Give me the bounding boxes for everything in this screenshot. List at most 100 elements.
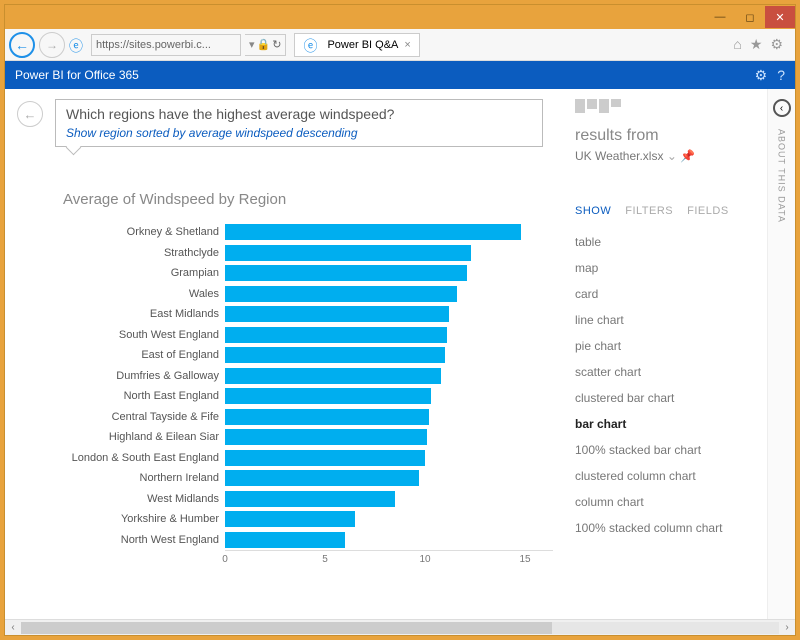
- chart-row: Grampian: [19, 263, 553, 284]
- query-box[interactable]: Which regions have the highest average w…: [55, 99, 543, 147]
- expand-rail-button[interactable]: ‹: [773, 99, 791, 117]
- axis-tick: 15: [519, 554, 530, 565]
- chart-title: Average of Windspeed by Region: [63, 191, 553, 208]
- bar[interactable]: [225, 532, 345, 548]
- page-back-button[interactable]: ←: [17, 101, 43, 127]
- bar[interactable]: [225, 327, 447, 343]
- chart-row: Yorkshire & Humber: [19, 509, 553, 530]
- address-bar[interactable]: https://sites.powerbi.c...: [91, 34, 241, 56]
- side-rail-label[interactable]: ABOUT THIS DATA: [777, 129, 787, 223]
- axis-tick: 5: [322, 554, 328, 565]
- viz-option[interactable]: column chart: [575, 489, 759, 515]
- chevron-down-icon[interactable]: ⌄: [667, 149, 677, 163]
- category-label: East of England: [19, 349, 225, 361]
- bar[interactable]: [225, 265, 467, 281]
- viz-option[interactable]: clustered bar chart: [575, 385, 759, 411]
- viz-option[interactable]: bar chart: [575, 411, 759, 437]
- category-label: Northern Ireland: [19, 472, 225, 484]
- scroll-thumb[interactable]: [21, 622, 552, 634]
- category-label: Strathclyde: [19, 247, 225, 259]
- home-icon[interactable]: ⌂: [733, 36, 741, 53]
- bar[interactable]: [225, 347, 445, 363]
- chart-row: Central Tayside & Fife: [19, 407, 553, 428]
- scroll-left-button[interactable]: ‹: [5, 622, 21, 633]
- chart-row: Highland & Eilean Siar: [19, 427, 553, 448]
- chart-row: East Midlands: [19, 304, 553, 325]
- browser-tab[interactable]: ⓔ Power BI Q&A ×: [294, 33, 419, 57]
- category-label: North West England: [19, 534, 225, 546]
- category-label: Highland & Eilean Siar: [19, 431, 225, 443]
- tab-fields[interactable]: FIELDS: [687, 205, 729, 217]
- minimize-button[interactable]: —: [705, 6, 735, 28]
- nav-back-button[interactable]: ←: [9, 32, 35, 58]
- category-label: Orkney & Shetland: [19, 226, 225, 238]
- chart-row: Wales: [19, 284, 553, 305]
- chart-row: West Midlands: [19, 489, 553, 510]
- side-rail: ‹ ABOUT THIS DATA: [767, 89, 795, 635]
- ie-icon: ⓔ: [69, 36, 87, 54]
- viz-option[interactable]: card: [575, 281, 759, 307]
- maximize-button[interactable]: ◻: [735, 6, 765, 28]
- address-bar-buttons[interactable]: ▾ 🔒 ↻: [245, 34, 286, 56]
- help-icon[interactable]: ?: [777, 67, 785, 84]
- nav-forward-button[interactable]: →: [39, 32, 65, 58]
- x-axis: 0 5 10 15: [225, 550, 553, 572]
- bar-chart: Orkney & Shetland Strathclyde GrampianWale…: [19, 222, 553, 572]
- chart-row: North West England: [19, 530, 553, 551]
- viz-option[interactable]: pie chart: [575, 333, 759, 359]
- tab-show[interactable]: SHOW: [575, 205, 611, 217]
- axis-tick: 0: [222, 554, 228, 565]
- stop-icon[interactable]: ▾: [249, 38, 255, 51]
- tab-title: Power BI Q&A: [327, 39, 398, 51]
- chart-row: North East England: [19, 386, 553, 407]
- viz-option[interactable]: map: [575, 255, 759, 281]
- app-header: Power BI for Office 365 ⚙ ?: [5, 61, 795, 89]
- bar[interactable]: [225, 429, 427, 445]
- query-suggestion[interactable]: Show region sorted by average windspeed …: [66, 126, 532, 140]
- tab-favicon: ⓔ: [303, 36, 321, 54]
- app-title: Power BI for Office 365: [15, 68, 139, 82]
- results-thumbnail-icon: [575, 99, 759, 113]
- viz-option[interactable]: line chart: [575, 307, 759, 333]
- category-label: London & South East England: [19, 452, 225, 464]
- refresh-icon[interactable]: ↻: [272, 38, 281, 51]
- tab-close-icon[interactable]: ×: [404, 39, 410, 51]
- viz-options-list: tablemapcardline chartpie chartscatter c…: [575, 229, 759, 541]
- viz-tab-strip: SHOW FILTERS FIELDS: [575, 205, 759, 217]
- bar[interactable]: [225, 511, 355, 527]
- scroll-track[interactable]: [21, 622, 779, 634]
- chart-row: Orkney & Shetland: [19, 222, 553, 243]
- chart-row: London & South East England: [19, 448, 553, 469]
- viz-option[interactable]: clustered column chart: [575, 463, 759, 489]
- viz-option[interactable]: table: [575, 229, 759, 255]
- chart-row: Strathclyde: [19, 243, 553, 264]
- tools-icon[interactable]: ⚙: [770, 36, 783, 53]
- viz-option[interactable]: 100% stacked bar chart: [575, 437, 759, 463]
- bar[interactable]: [225, 470, 419, 486]
- axis-tick: 10: [419, 554, 430, 565]
- viz-option[interactable]: 100% stacked column chart: [575, 515, 759, 541]
- scroll-right-button[interactable]: ›: [779, 622, 795, 633]
- bar[interactable]: [225, 306, 449, 322]
- tab-filters[interactable]: FILTERS: [625, 205, 673, 217]
- bar[interactable]: [225, 286, 457, 302]
- results-panel: results from UK Weather.xlsx ⌄ 📌 SHOW FI…: [567, 89, 767, 635]
- bar[interactable]: [225, 409, 429, 425]
- close-button[interactable]: ✕: [765, 6, 795, 28]
- pin-icon[interactable]: 📌: [680, 149, 695, 163]
- bar[interactable]: [225, 245, 471, 261]
- category-label: Yorkshire & Humber: [19, 513, 225, 525]
- chart-row: South West England: [19, 325, 553, 346]
- viz-option[interactable]: scatter chart: [575, 359, 759, 385]
- bar[interactable]: [225, 388, 431, 404]
- settings-icon[interactable]: ⚙: [755, 67, 768, 84]
- category-label: North East England: [19, 390, 225, 402]
- results-source[interactable]: UK Weather.xlsx ⌄ 📌: [575, 149, 759, 163]
- favorites-icon[interactable]: ★: [750, 36, 763, 53]
- bar[interactable]: [225, 450, 425, 466]
- bar[interactable]: [225, 368, 441, 384]
- bar[interactable]: [225, 491, 395, 507]
- window-titlebar: — ◻ ✕: [5, 5, 795, 29]
- horizontal-scrollbar[interactable]: ‹ ›: [5, 619, 795, 635]
- bar[interactable]: [225, 224, 521, 240]
